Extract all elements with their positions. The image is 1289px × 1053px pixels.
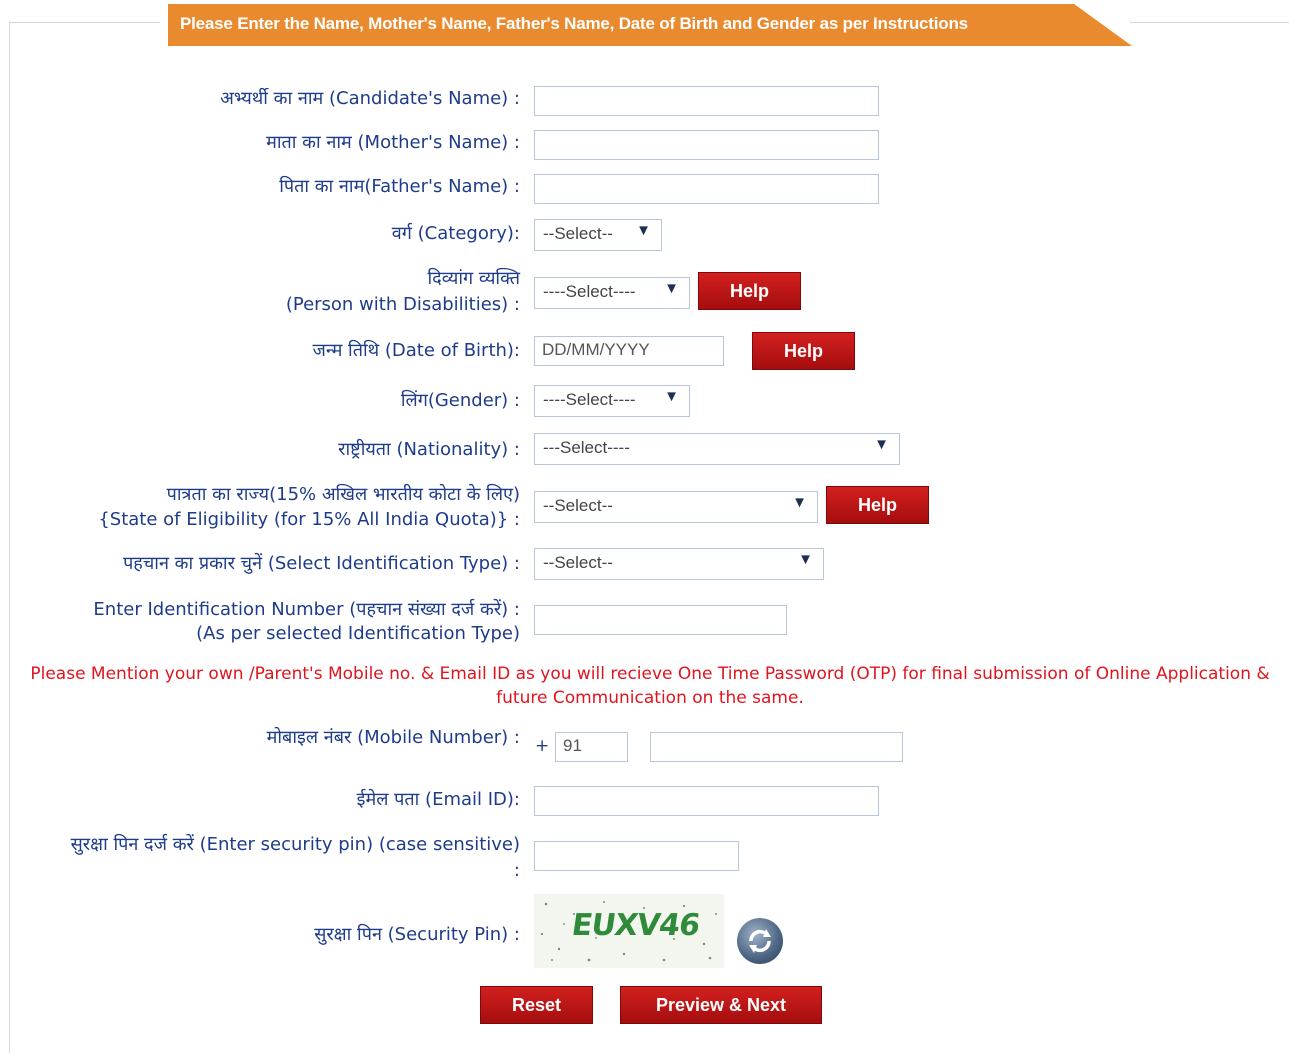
refresh-icon[interactable] (737, 918, 783, 964)
security-pin-entry-colon: : (513, 860, 520, 881)
otp-notice: Please Mention your own /Parent's Mobile… (30, 664, 1270, 708)
email-label: ईमेल पता (Email ID): (356, 789, 520, 810)
state-label-english: {State of Eligibility (for 15% All India… (98, 509, 520, 530)
preview-next-button[interactable]: Preview & Next (620, 986, 822, 1024)
category-selected: --Select-- (543, 224, 613, 243)
reset-button[interactable]: Reset (480, 986, 593, 1024)
dob-input[interactable]: DD/MM/YYYY (534, 336, 724, 366)
state-select[interactable]: --Select-- ▼ (534, 491, 818, 523)
pwd-help-button[interactable]: Help (698, 272, 801, 310)
id-number-label: Enter Identification Number (पहचान संख्य… (93, 599, 520, 620)
pwd-select[interactable]: ----Select---- ▼ (534, 277, 690, 309)
id-number-sublabel: (As per selected Identification Type) (196, 623, 520, 644)
category-select[interactable]: --Select-- ▼ (534, 219, 662, 251)
candidate-name-label: अभ्यर्थी का नाम (Candidate's Name) : (220, 88, 520, 109)
state-label-hindi: पात्रता का राज्य(15% अखिल भारतीय कोटा के… (166, 484, 520, 505)
country-code-input[interactable]: 91 (555, 732, 628, 762)
mother-name-label: माता का नाम (Mother's Name) : (266, 132, 520, 153)
form-header: Please Enter the Name, Mother's Name, Fa… (168, 4, 1132, 46)
father-name-input[interactable] (534, 174, 879, 204)
id-type-selected: --Select-- (543, 553, 613, 572)
chevron-down-icon: ▼ (798, 551, 813, 568)
state-selected: --Select-- (543, 496, 613, 515)
dob-help-button[interactable]: Help (752, 332, 855, 370)
mother-name-input[interactable] (534, 130, 879, 160)
captcha-image: EUXV46 (534, 894, 724, 968)
father-name-label: पिता का नाम(Father's Name) : (279, 176, 520, 197)
nationality-select[interactable]: ---Select---- ▼ (534, 433, 900, 465)
candidate-name-input[interactable] (534, 86, 879, 116)
state-help-button[interactable]: Help (826, 486, 929, 524)
mobile-label: मोबाइल नंबर (Mobile Number) : (266, 727, 520, 748)
chevron-down-icon: ▼ (636, 222, 651, 239)
id-type-label: पहचान का प्रकार चुनें (Select Identifica… (123, 553, 520, 574)
chevron-down-icon: ▼ (664, 280, 679, 297)
gender-selected: ----Select---- (543, 390, 636, 409)
refresh-arrows (749, 929, 771, 953)
security-pin-entry-label: सुरक्षा पिन दर्ज करें (Enter security pi… (70, 834, 520, 855)
dob-placeholder: DD/MM/YYYY (542, 340, 650, 359)
pwd-selected: ----Select---- (543, 282, 636, 301)
security-pin-input[interactable] (534, 841, 739, 871)
nationality-label: राष्ट्रीयता (Nationality) : (338, 439, 520, 460)
captcha-text: EUXV46 (569, 908, 702, 943)
plus-sign: + (535, 736, 550, 756)
nationality-selected: ---Select---- (543, 438, 630, 457)
gender-label: लिंग(Gender) : (400, 390, 520, 411)
chevron-down-icon: ▼ (874, 436, 889, 453)
dob-label: जन्म तिथि (Date of Birth): (312, 340, 520, 361)
security-pin-label: सुरक्षा पिन (Security Pin) : (314, 924, 520, 945)
category-label: वर्ग (Category): (391, 223, 520, 244)
id-type-select[interactable]: --Select-- ▼ (534, 548, 824, 580)
chevron-down-icon: ▼ (664, 388, 679, 405)
chevron-down-icon: ▼ (792, 494, 807, 511)
pwd-label-english: (Person with Disabilities) : (285, 294, 520, 315)
mobile-number-input[interactable] (650, 732, 903, 762)
id-number-input[interactable] (534, 605, 787, 635)
gender-select[interactable]: ----Select---- ▼ (534, 385, 690, 417)
email-input[interactable] (534, 786, 879, 816)
pwd-label-hindi: दिव्यांग व्यक्ति (427, 268, 521, 289)
